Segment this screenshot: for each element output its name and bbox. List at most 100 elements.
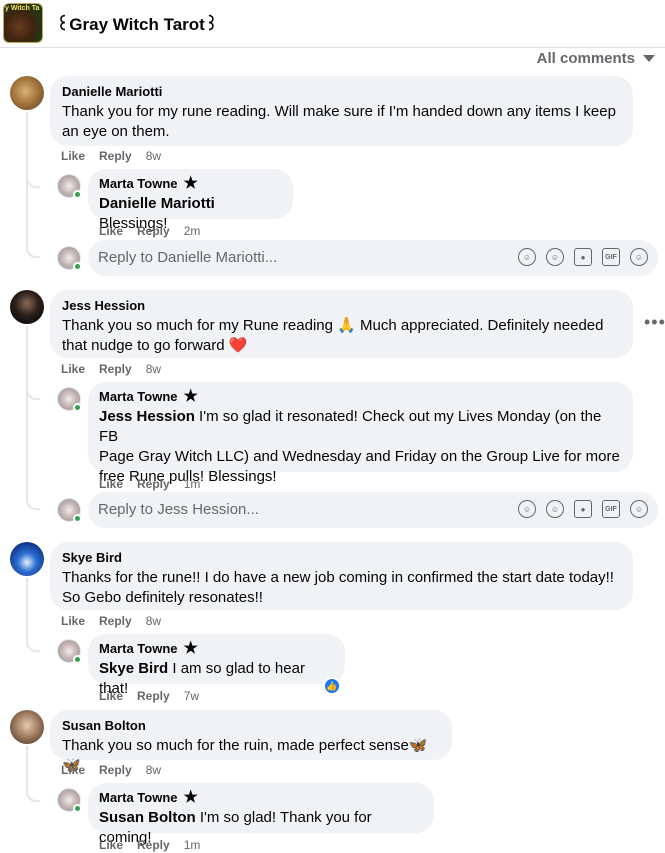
comment-bubble: Jess Hession Thank you so much for my Ru…	[50, 290, 633, 358]
avatar[interactable]	[10, 290, 44, 324]
like-button[interactable]: Like	[61, 362, 85, 376]
online-status-dot	[73, 655, 82, 664]
top-fan-star-icon: ★	[183, 175, 198, 192]
top-fan-star-icon: ★	[183, 388, 198, 405]
online-status-dot	[73, 262, 82, 271]
emoji-icon[interactable]: ☺	[546, 500, 564, 518]
reply-placeholder: Reply to Jess Hession...	[98, 501, 259, 518]
emoji-icon[interactable]: ☺	[546, 248, 564, 266]
thread-line	[26, 326, 28, 496]
avatar-sticker-icon[interactable]: ☺	[630, 248, 648, 266]
thread-line	[26, 578, 28, 638]
thread-connector	[26, 236, 40, 258]
comment-time[interactable]: 8w	[146, 763, 161, 777]
like-button[interactable]: Like	[99, 689, 123, 703]
reply-placeholder: Reply to Danielle Mariotti...	[98, 249, 278, 266]
online-status-dot	[73, 514, 82, 523]
comment-author[interactable]: Danielle Mariotti	[62, 84, 162, 100]
reply-bubble: Marta Towne ★ Skye Bird I am so glad to h…	[88, 634, 345, 697]
online-status-dot	[73, 403, 82, 412]
comment-text: Thank you so much for my Rune reading 🙏 …	[62, 317, 604, 354]
reply-button[interactable]: Reply	[99, 614, 132, 628]
reply-author[interactable]: Marta Towne	[99, 790, 178, 806]
sticker-icon[interactable]: ☺	[518, 500, 536, 518]
comment-actions: Like Reply 8w	[61, 149, 161, 163]
comment-text: Thanks for the rune!! I do have a new jo…	[62, 569, 614, 606]
comment-bubble: Skye Bird Thanks for the rune!! I do hav…	[50, 542, 633, 610]
thread-connector	[26, 488, 40, 510]
mention-link[interactable]: Susan Bolton	[99, 809, 196, 826]
reply-button[interactable]: Reply	[137, 224, 170, 238]
comment-actions: Like Reply 8w	[61, 362, 161, 376]
thread-connector	[26, 166, 40, 188]
group-header: y Witch Ta ꒰Gray Witch Tarot꒱	[0, 0, 665, 48]
reply-actions: Like Reply 1m	[99, 477, 200, 491]
like-button[interactable]: Like	[99, 224, 123, 238]
like-button[interactable]: Like	[61, 763, 85, 777]
comment-actions: Like Reply 8w	[61, 763, 161, 777]
group-avatar-text: y Witch Ta	[5, 5, 40, 12]
chevron-down-icon	[643, 55, 655, 62]
mention-link[interactable]: Jess Hession	[99, 408, 195, 425]
group-title[interactable]: ꒰Gray Witch Tarot꒱	[56, 13, 218, 35]
gif-icon[interactable]: GIF	[602, 500, 620, 518]
more-options-icon[interactable]: •••	[644, 312, 665, 333]
comment-bubble: Danielle Mariotti Thank you for my rune …	[50, 76, 633, 146]
comment-author[interactable]: Skye Bird	[62, 550, 122, 566]
avatar[interactable]	[10, 710, 44, 744]
top-fan-star-icon: ★	[183, 789, 198, 806]
camera-icon[interactable]: ●	[574, 248, 592, 266]
comment-bubble: Susan Bolton Thank you so much for the r…	[50, 710, 452, 774]
avatar[interactable]	[10, 76, 44, 110]
mention-link[interactable]: Danielle Mariotti	[99, 195, 215, 212]
group-avatar[interactable]: y Witch Ta	[3, 3, 43, 43]
sticker-icon[interactable]: ☺	[518, 248, 536, 266]
reply-time[interactable]: 1m	[184, 838, 201, 852]
online-status-dot	[73, 190, 82, 199]
camera-icon[interactable]: ●	[574, 500, 592, 518]
all-comments-label: All comments	[536, 50, 635, 67]
reply-author[interactable]: Marta Towne	[99, 389, 178, 405]
online-status-dot	[73, 804, 82, 813]
like-button[interactable]: Like	[99, 477, 123, 491]
reply-button[interactable]: Reply	[99, 362, 132, 376]
reply-button[interactable]: Reply	[137, 689, 170, 703]
comment-author[interactable]: Susan Bolton	[62, 718, 146, 734]
reply-button[interactable]: Reply	[137, 838, 170, 852]
like-button[interactable]: Like	[61, 614, 85, 628]
like-button[interactable]: Like	[61, 149, 85, 163]
all-comments-filter[interactable]: All comments	[537, 50, 655, 67]
top-fan-star-icon: ★	[183, 640, 198, 657]
reply-actions: Like Reply 7w	[99, 689, 199, 703]
reply-bubble: Marta Towne ★ Susan Bolton I'm so glad! T…	[88, 783, 434, 846]
like-button[interactable]: Like	[99, 838, 123, 852]
reply-input[interactable]: Reply to Danielle Mariotti... ☺ ☺ ● GIF …	[88, 240, 658, 276]
avatar[interactable]	[10, 542, 44, 576]
thread-connector	[26, 630, 40, 652]
comment-time[interactable]: 8w	[146, 614, 161, 628]
reply-icons: ☺ ☺ ● GIF ☺	[518, 248, 648, 266]
reply-bubble: Marta Towne ★ Jess Hession I'm so glad it…	[88, 382, 633, 485]
avatar-sticker-icon[interactable]: ☺	[630, 500, 648, 518]
reply-button[interactable]: Reply	[137, 477, 170, 491]
reply-actions: Like Reply 2m	[99, 224, 200, 238]
mention-link[interactable]: Skye Bird	[99, 660, 168, 677]
comment-time[interactable]: 8w	[146, 362, 161, 376]
reply-actions: Like Reply 1m	[99, 838, 200, 852]
reply-input[interactable]: Reply to Jess Hession... ☺ ☺ ● GIF ☺	[88, 492, 658, 528]
comment-actions: Like Reply 8w	[61, 614, 161, 628]
reply-text: Page Gray Witch LLC) and Wednesday and F…	[99, 448, 620, 465]
reply-button[interactable]: Reply	[99, 763, 132, 777]
like-reaction-icon[interactable]: 👍	[323, 677, 341, 695]
reply-time[interactable]: 1m	[184, 477, 201, 491]
reply-author[interactable]: Marta Towne	[99, 641, 178, 657]
gif-icon[interactable]: GIF	[602, 248, 620, 266]
reply-time[interactable]: 7w	[184, 689, 199, 703]
reply-author[interactable]: Marta Towne	[99, 176, 178, 192]
thread-connector	[26, 780, 40, 802]
reply-time[interactable]: 2m	[184, 224, 201, 238]
comment-author[interactable]: Jess Hession	[62, 298, 145, 314]
comment-time[interactable]: 8w	[146, 149, 161, 163]
reply-button[interactable]: Reply	[99, 149, 132, 163]
thread-connector	[26, 378, 40, 400]
